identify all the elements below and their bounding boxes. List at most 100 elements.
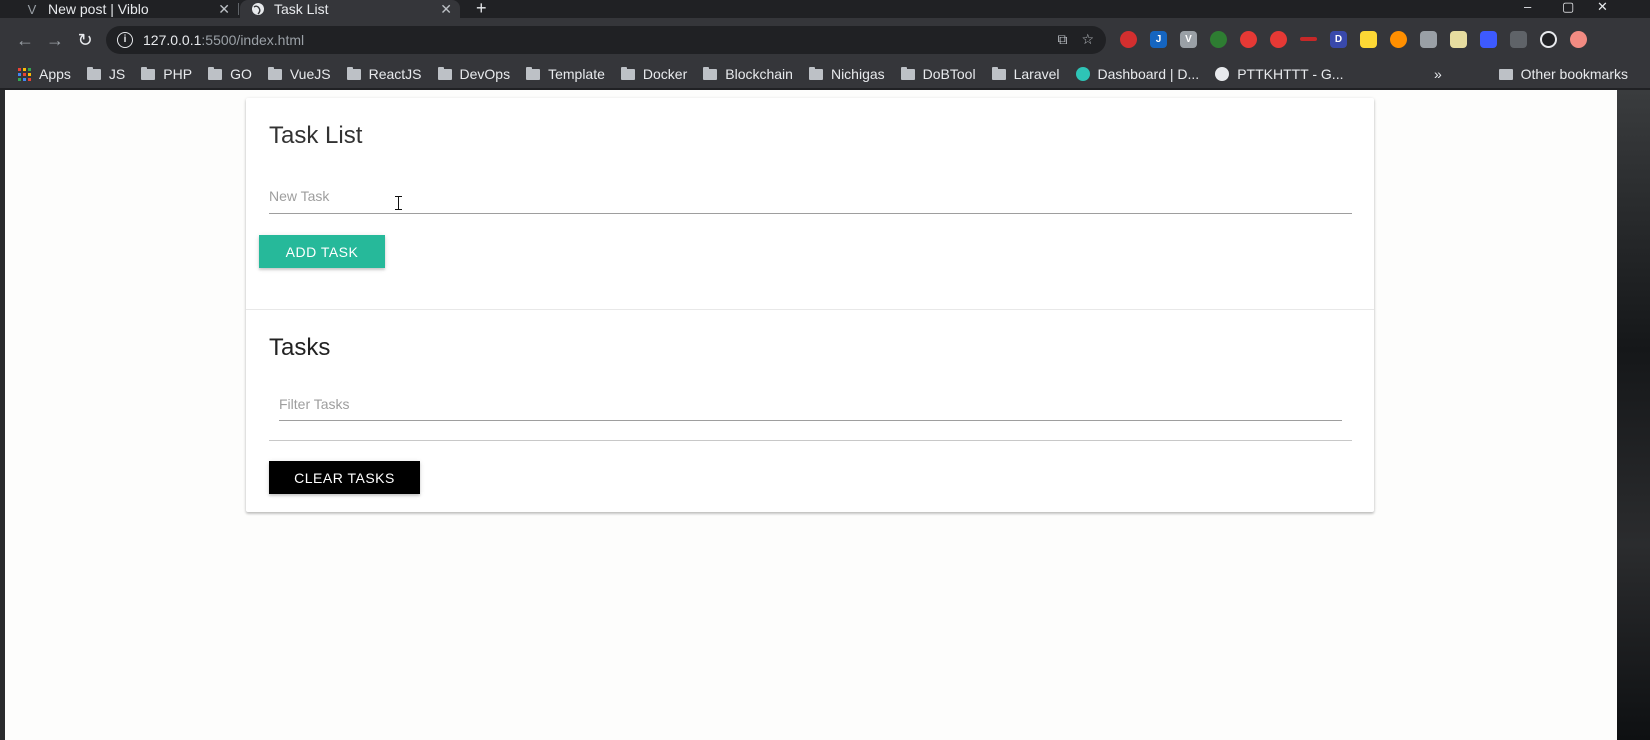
minimize-button[interactable]: – bbox=[1524, 0, 1531, 14]
maximize-button[interactable]: ▢ bbox=[1562, 0, 1574, 14]
cookie-icon[interactable] bbox=[1390, 31, 1407, 48]
folder-icon bbox=[620, 66, 635, 80]
desktop-background bbox=[1617, 90, 1650, 740]
extension-block-icon[interactable] bbox=[1270, 31, 1287, 48]
folder-icon bbox=[991, 66, 1006, 80]
bookmarks-bar: Apps JS PHP GO VueJS ReactJS DevOps Temp… bbox=[0, 60, 1650, 88]
close-tab-icon[interactable]: ✕ bbox=[440, 0, 452, 18]
bookmark-folder[interactable]: Blockchain bbox=[703, 66, 793, 82]
info-icon[interactable]: i bbox=[117, 32, 133, 48]
tab-viblo[interactable]: V New post | Viblo ✕ bbox=[16, 0, 238, 18]
new-task-field bbox=[269, 180, 1352, 214]
bookmark-label: Blockchain bbox=[725, 66, 793, 82]
bookmark-label: DoBTool bbox=[922, 66, 976, 82]
folder-icon bbox=[346, 66, 361, 80]
bookmark-folder[interactable]: Nichigas bbox=[808, 66, 885, 82]
bookmark-folder[interactable]: VueJS bbox=[267, 66, 331, 82]
other-bookmarks[interactable]: Other bookmarks bbox=[1498, 60, 1628, 88]
other-bookmarks-label: Other bookmarks bbox=[1520, 66, 1628, 82]
shield-icon[interactable] bbox=[1420, 31, 1437, 48]
star-icon[interactable]: ☆ bbox=[1081, 31, 1094, 48]
tab-separator bbox=[238, 3, 239, 15]
bookmark-folder[interactable]: ReactJS bbox=[346, 66, 422, 82]
bookmark-label: Template bbox=[548, 66, 605, 82]
tab-strip: V New post | Viblo ✕ Task List ✕ + – ▢ ✕ bbox=[0, 0, 1650, 18]
folder-icon bbox=[808, 66, 823, 80]
extension-d-icon[interactable]: D bbox=[1330, 31, 1347, 48]
folder-icon bbox=[900, 66, 915, 80]
browser-toolbar: ← → ↻ i 127.0.0.1:5500/index.html ⧉ ☆ J … bbox=[0, 18, 1650, 63]
clear-tasks-button[interactable]: CLEAR TASKS bbox=[269, 461, 420, 494]
vue-devtools-icon[interactable]: V bbox=[1180, 31, 1197, 48]
tab-title: Task List bbox=[274, 1, 329, 17]
forward-button[interactable]: → bbox=[44, 29, 66, 51]
page-title: Task List bbox=[269, 122, 363, 149]
bookmark-folder[interactable]: DoBTool bbox=[900, 66, 976, 82]
folder-icon bbox=[141, 66, 156, 80]
bookmark-folder[interactable]: Docker bbox=[620, 66, 688, 82]
bookmark-label: JS bbox=[108, 66, 126, 82]
bookmark-pttkhttt[interactable]: PTTKHTTT - G... bbox=[1215, 66, 1343, 82]
extension-blue-icon[interactable] bbox=[1480, 31, 1497, 48]
close-tab-icon[interactable]: ✕ bbox=[218, 0, 230, 18]
ublock-icon[interactable] bbox=[1120, 31, 1137, 48]
reload-button[interactable]: ↻ bbox=[74, 29, 96, 51]
bookmark-label: PTTKHTTT - G... bbox=[1237, 66, 1344, 82]
bookmark-label: Nichigas bbox=[830, 66, 885, 82]
bookmark-label: ReactJS bbox=[368, 66, 422, 82]
bookmark-folder[interactable]: Laravel bbox=[991, 66, 1060, 82]
folder-icon bbox=[526, 66, 541, 80]
url-host: 127.0.0.1 bbox=[143, 32, 202, 48]
extension-green-icon[interactable] bbox=[1210, 31, 1227, 48]
extension-yellow-icon[interactable] bbox=[1360, 31, 1377, 48]
bookmark-folder[interactable]: PHP bbox=[141, 66, 192, 82]
folder-icon bbox=[267, 66, 282, 80]
bookmark-label: DevOps bbox=[459, 66, 511, 82]
folder-icon bbox=[703, 66, 718, 80]
filter-tasks-field bbox=[279, 389, 1342, 421]
tasks-heading: Tasks bbox=[269, 334, 331, 361]
filter-tasks-input[interactable] bbox=[279, 389, 1342, 419]
task-list bbox=[269, 440, 1352, 441]
text-cursor-icon bbox=[395, 196, 402, 210]
close-window-button[interactable]: ✕ bbox=[1597, 0, 1608, 14]
folder-icon bbox=[86, 66, 101, 80]
viblo-icon: V bbox=[27, 1, 37, 17]
new-tab-button[interactable]: + bbox=[476, 0, 487, 17]
bookmark-label: Laravel bbox=[1013, 66, 1060, 82]
url-path: :5500/index.html bbox=[201, 32, 305, 48]
bookmark-folder[interactable]: DevOps bbox=[437, 66, 511, 82]
bookmark-folder[interactable]: GO bbox=[208, 66, 252, 82]
dashboard-icon bbox=[1075, 67, 1090, 81]
extension-line-icon[interactable] bbox=[1300, 37, 1317, 41]
bookmark-folder[interactable]: Template bbox=[526, 66, 605, 82]
bookmark-label: Dashboard | D... bbox=[1097, 66, 1200, 82]
bookmark-label: GO bbox=[230, 66, 252, 82]
globe-icon bbox=[250, 1, 266, 17]
bookmark-label: VueJS bbox=[289, 66, 331, 82]
new-task-input[interactable] bbox=[269, 180, 1352, 212]
folder-icon bbox=[208, 66, 223, 80]
note-icon[interactable] bbox=[1450, 31, 1467, 48]
bookmark-dashboard[interactable]: Dashboard | D... bbox=[1075, 66, 1200, 82]
task-card: Task List ADD TASK Tasks CLEAR TASKS bbox=[246, 98, 1374, 512]
tab-task-list[interactable]: Task List ✕ bbox=[240, 0, 460, 18]
section-divider bbox=[246, 309, 1374, 310]
tab-title: New post | Viblo bbox=[48, 1, 149, 17]
bookmark-label: Docker bbox=[642, 66, 688, 82]
update-icon[interactable] bbox=[1570, 31, 1587, 48]
extension-target-icon[interactable] bbox=[1240, 31, 1257, 48]
bookmark-folder[interactable]: JS bbox=[86, 66, 126, 82]
page-viewport: Task List ADD TASK Tasks CLEAR TASKS bbox=[5, 90, 1617, 740]
address-bar[interactable]: i 127.0.0.1:5500/index.html ⧉ ☆ bbox=[106, 26, 1106, 54]
translate-icon[interactable]: ⧉ bbox=[1057, 31, 1067, 48]
bookmark-label: Apps bbox=[39, 66, 71, 82]
profile-avatar[interactable] bbox=[1540, 31, 1557, 48]
extension-grey-icon[interactable] bbox=[1510, 31, 1527, 48]
folder-icon bbox=[437, 66, 452, 80]
add-task-button[interactable]: ADD TASK bbox=[259, 235, 385, 268]
json-icon[interactable]: J bbox=[1150, 31, 1167, 48]
back-button[interactable]: ← bbox=[14, 29, 36, 51]
bookmark-apps[interactable]: Apps bbox=[18, 66, 71, 82]
bookmarks-overflow-button[interactable]: » bbox=[1434, 60, 1442, 88]
